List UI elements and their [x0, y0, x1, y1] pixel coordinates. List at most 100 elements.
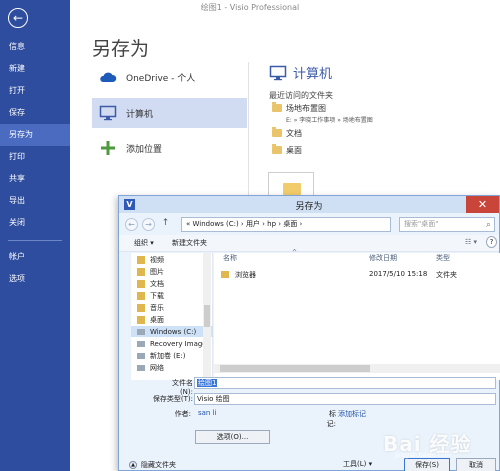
file-type: 文件夹: [436, 271, 457, 279]
location-add-place[interactable]: 添加位置: [92, 133, 247, 163]
nav-scrollbar[interactable]: [203, 253, 211, 380]
filename-value: 绘图1: [197, 379, 218, 387]
column-header-type[interactable]: 类型: [436, 253, 450, 263]
forward-icon[interactable]: →: [142, 218, 155, 231]
tools-label: 工具(L): [343, 460, 367, 468]
options-button[interactable]: 选项(O)...: [195, 430, 270, 444]
add-tags-link[interactable]: 添加标记: [338, 409, 366, 419]
network-icon: [137, 364, 145, 371]
recent-folder-item[interactable]: 桌面: [272, 144, 302, 156]
folder-icon: [137, 291, 145, 300]
panel-divider: [248, 62, 249, 197]
recent-folder-name: 文档: [286, 129, 302, 138]
scrollbar-thumb[interactable]: [220, 365, 370, 372]
help-icon[interactable]: ?: [486, 236, 497, 248]
sidebar-item-options[interactable]: 选项: [0, 268, 70, 290]
folder-icon: [137, 279, 145, 288]
save-button[interactable]: 保存(S): [404, 458, 450, 471]
location-label: OneDrive - 个人: [126, 73, 196, 84]
sidebar-item-account[interactable]: 帐户: [0, 246, 70, 268]
savetype-value: Visio 绘图: [197, 395, 230, 403]
computer-icon: [98, 104, 118, 122]
sidebar-item-close[interactable]: 关闭: [0, 212, 70, 234]
tags-label: 标记:: [326, 410, 336, 428]
hide-folders-label: 隐藏文件夹: [141, 461, 176, 469]
location-computer[interactable]: 计算机: [92, 98, 247, 128]
nav-item-label: 新加卷 (E:): [150, 351, 186, 360]
nav-item-videos[interactable]: 视频: [137, 254, 164, 265]
folder-icon: [221, 271, 229, 278]
recent-folder-name: 桌面: [286, 146, 302, 155]
filename-input[interactable]: 绘图1: [194, 377, 496, 389]
recent-folder-item[interactable]: 场地布置图 E: » 李晓工作事项 » 场地布置图: [272, 102, 373, 124]
search-input[interactable]: 搜索"桌面" ⌕: [399, 217, 495, 232]
computer-panel-title-text: 计算机: [293, 67, 333, 82]
savetype-select[interactable]: Visio 绘图: [194, 393, 496, 405]
horizontal-scrollbar[interactable]: [214, 364, 500, 373]
hide-folders-toggle[interactable]: ▲ 隐藏文件夹: [129, 460, 176, 470]
nav-item-label: Windows (C:): [150, 327, 197, 336]
watermark-url: jingyan.baidu.com: [395, 452, 451, 459]
nav-item-label: 下载: [150, 291, 164, 300]
sidebar-item-info[interactable]: 信息: [0, 36, 70, 58]
file-name: 浏览器: [235, 271, 256, 279]
new-folder-button[interactable]: 新建文件夹: [172, 238, 207, 248]
sidebar-item-print[interactable]: 打印: [0, 146, 70, 168]
folder-icon: [283, 183, 301, 195]
column-header-date[interactable]: 修改日期: [369, 253, 397, 263]
scrollbar-thumb[interactable]: [204, 305, 210, 327]
nav-item-desktop[interactable]: 桌面: [137, 314, 164, 325]
search-placeholder: 搜索"桌面": [404, 220, 439, 228]
nav-item-downloads[interactable]: 下载: [137, 290, 164, 301]
nav-item-new-volume-e[interactable]: 新加卷 (E:): [137, 350, 185, 361]
dialog-titlebar[interactable]: V 另存为 ✕: [119, 196, 499, 213]
file-date: 2017/5/10 15:18: [369, 270, 428, 278]
nav-item-documents[interactable]: 文档: [137, 278, 164, 289]
nav-item-windows-c[interactable]: Windows (C:): [131, 326, 213, 337]
sidebar-item-share[interactable]: 共享: [0, 168, 70, 190]
sidebar-item-export[interactable]: 导出: [0, 190, 70, 212]
cloud-icon: [98, 68, 118, 86]
table-row[interactable]: 浏览器 2017/5/10 15:18 文件夹: [214, 270, 500, 281]
close-icon[interactable]: ✕: [466, 196, 499, 213]
column-header-name[interactable]: 名称: [223, 253, 237, 263]
tools-menu[interactable]: 工具(L) ▾: [343, 458, 381, 471]
nav-item-label: 视频: [150, 255, 164, 264]
sidebar-item-save[interactable]: 保存: [0, 102, 70, 124]
search-icon: ⌕: [485, 220, 491, 230]
nav-item-recovery[interactable]: Recovery Image: [137, 338, 207, 349]
nav-item-network[interactable]: 网络: [137, 362, 164, 373]
drive-icon: [137, 328, 145, 335]
chevron-up-icon: ▲: [129, 461, 137, 469]
computer-panel-title: 计算机: [269, 63, 332, 82]
backstage-sidebar: ← 信息 新建 打开 保存 另存为 打印 共享 导出 关闭 帐户 选项: [0, 0, 70, 471]
sidebar-divider: [8, 240, 62, 241]
author-label: 作者:: [174, 410, 191, 418]
nav-item-music[interactable]: 音乐: [137, 302, 164, 313]
address-bar[interactable]: « Windows (C:) › 用户 › hp › 桌面 ›: [181, 217, 391, 232]
drive-icon: [137, 352, 145, 359]
nav-item-label: 音乐: [150, 303, 164, 312]
sort-chevron-icon: ^: [292, 249, 298, 256]
back-icon[interactable]: ←: [125, 218, 138, 231]
sidebar-item-new[interactable]: 新建: [0, 58, 70, 80]
dialog-nav-bar: ← → ↑ « Windows (C:) › 用户 › hp › 桌面 › 搜索…: [119, 213, 499, 235]
nav-item-label: Recovery Image: [150, 339, 207, 348]
location-onedrive[interactable]: OneDrive - 个人: [92, 62, 247, 92]
nav-item-pictures[interactable]: 图片: [137, 266, 164, 277]
folder-icon: [272, 127, 282, 137]
recent-folders-label: 最近访问的文件夹: [269, 91, 333, 100]
organize-button[interactable]: 组织 ▾: [134, 238, 154, 248]
folder-icon: [137, 315, 145, 324]
recent-folder-item[interactable]: 文档: [272, 127, 302, 139]
folder-icon: [272, 144, 282, 154]
cancel-button[interactable]: 取消: [456, 458, 496, 471]
folder-icon: [137, 303, 145, 312]
view-options-icon[interactable]: ☷ ▾: [465, 238, 477, 246]
sidebar-item-save-as[interactable]: 另存为: [0, 124, 70, 146]
location-label: 添加位置: [126, 144, 163, 155]
recent-folder-name: 场地布置图: [286, 104, 326, 113]
up-arrow-icon[interactable]: ↑: [159, 218, 172, 231]
author-value[interactable]: san li: [198, 409, 217, 417]
sidebar-item-open[interactable]: 打开: [0, 80, 70, 102]
